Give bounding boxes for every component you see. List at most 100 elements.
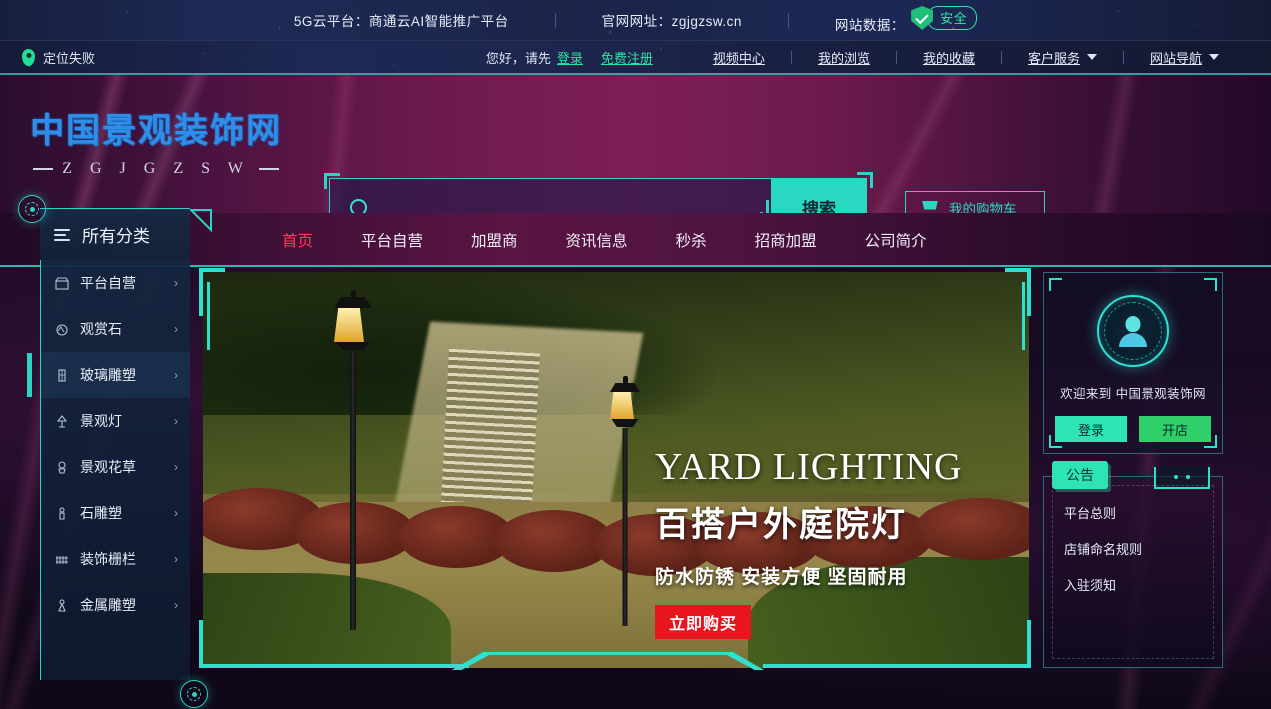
corner-bracket-icon [1049, 278, 1062, 291]
register-link[interactable]: 免费注册 [601, 48, 653, 67]
banner-accent-line-left [207, 282, 215, 350]
mainnav-item-investment[interactable]: 招商加盟 [731, 229, 841, 251]
header-top-accent-line [0, 73, 1271, 75]
plant-icon [58, 460, 66, 474]
sidebar-item-decorative-fence[interactable]: 装饰栅栏 › [41, 536, 190, 582]
chevron-right-icon: › [174, 414, 178, 428]
mainnav-item-franchisee[interactable]: 加盟商 [447, 229, 542, 251]
official-site-url: 官网网址：zgjgzsw.cn [601, 14, 742, 29]
lamp-pole [350, 352, 356, 630]
map-pin-icon [22, 48, 35, 66]
lamp-glass [334, 308, 364, 342]
chevron-right-icon: › [174, 368, 178, 382]
lamp-skirt [611, 419, 639, 427]
sidebar-item-metal-sculpture[interactable]: 金属雕塑 › [41, 582, 190, 628]
user-welcome-card: 欢迎来到 中国景观装饰网 登录 开店 [1043, 272, 1223, 454]
site-logo[interactable]: 中国景观装饰网 Z G J G Z S W [25, 103, 287, 178]
site-header: 中国景观装饰网 Z G J G Z S W 搜索 景观花草 景观灯 [0, 73, 1271, 213]
corner-bracket-icon [1049, 435, 1062, 448]
hero-banner[interactable]: YARD LIGHTING 百搭户外庭院灯 防水防锈 安装方便 坚固耐用 立即购… [203, 272, 1029, 668]
announcement-title: 公告 [1052, 461, 1108, 489]
top-announcement-bar: 5G云平台：商通云AI智能推广平台 官网网址：zgjgzsw.cn 网站数据： … [0, 0, 1271, 41]
search-input[interactable] [367, 199, 780, 213]
announcement-card: 公告 平台总则 店铺命名规则 入驻须知 [1043, 461, 1223, 668]
nav-label: 网站导航 [1149, 50, 1202, 66]
site-data-status: 网站数据： 安全 [789, 6, 1023, 34]
location-label: 定位失败 [43, 50, 96, 66]
sidebar-header-label: 所有分类 [82, 227, 150, 246]
corner-bracket-icon [1204, 435, 1217, 448]
nav-my-favorites[interactable]: 我的收藏 [897, 48, 1001, 67]
location-indicator[interactable]: 定位失败 [22, 48, 95, 67]
sidebar-list: 平台自营 › 观赏石 › 玻璃雕塑 › 景观灯 › 景观花草 › 石雕塑 › 装… [27, 260, 190, 680]
sidebar-item-label: 景观花草 [80, 459, 136, 475]
nav-my-browsing[interactable]: 我的浏览 [792, 48, 896, 67]
banner-accent-line-right [1017, 282, 1025, 350]
sidebar-item-label: 金属雕塑 [80, 597, 136, 613]
banner-title-en: YARD LIGHTING [655, 446, 963, 488]
sidebar-item-label: 玻璃雕塑 [80, 367, 136, 383]
sidebar-item-glass-sculpture[interactable]: 玻璃雕塑 › [27, 352, 190, 398]
lamp-head [610, 376, 640, 427]
mainnav-item-about[interactable]: 公司简介 [841, 229, 951, 251]
avatar [1097, 295, 1169, 367]
banner-title-cn: 百搭户外庭院灯 [655, 506, 907, 544]
active-marker [27, 353, 32, 397]
sidebar-item-label: 景观灯 [80, 413, 122, 429]
panel-login-button[interactable]: 登录 [1055, 416, 1127, 442]
equalizer-decoration [748, 200, 769, 213]
corner-bracket-icon [324, 173, 340, 189]
banner-copy: YARD LIGHTING 百搭户外庭院灯 防水防锈 安装方便 坚固耐用 立即购… [655, 445, 1015, 639]
login-link[interactable]: 登录 [557, 48, 583, 67]
mainnav-item-home[interactable]: 首页 [258, 229, 337, 251]
safety-badge: 安全 [911, 6, 978, 30]
chevron-right-icon: › [174, 322, 178, 336]
lamp-cap [334, 297, 372, 308]
site-data-label: 网站数据： [834, 18, 905, 33]
search-button[interactable]: 搜索 [771, 178, 867, 213]
sidebar-item-label: 石雕塑 [80, 505, 122, 521]
sidebar-item-ornamental-stone[interactable]: 观赏石 › [41, 306, 190, 352]
logo-pinyin-text: Z G J G Z S W [62, 160, 250, 177]
chevron-right-icon: › [174, 276, 178, 290]
mainnav-item-flash-sale[interactable]: 秒杀 [652, 229, 731, 251]
platform-name: 5G云平台：商通云AI智能推广平台 [293, 14, 509, 29]
sidebar-header[interactable]: 所有分类 [40, 208, 212, 260]
mainnav-item-news[interactable]: 资讯信息 [542, 229, 652, 251]
logo-rule-left [33, 168, 54, 170]
logo-rule-right [258, 168, 279, 170]
sidebar-item-landscape-plants[interactable]: 景观花草 › [41, 444, 190, 490]
safe-label: 安全 [927, 6, 978, 30]
banner-corner-bracket-bottom-left [199, 620, 225, 668]
logo-chinese-text: 中国景观装饰网 [30, 111, 282, 151]
sidebar-item-self-operated[interactable]: 平台自营 › [41, 260, 190, 306]
mainnav-item-self-operated[interactable]: 平台自营 [337, 229, 447, 251]
nav-site-navigation[interactable]: 网站导航 [1124, 48, 1245, 67]
nav-video-center[interactable]: 视频中心 [687, 48, 791, 67]
category-sidebar: 所有分类 平台自营 › 观赏石 › 玻璃雕塑 › 景观灯 › 景观花草 › 石雕… [27, 208, 212, 680]
search-field-wrapper[interactable] [324, 173, 781, 213]
announcement-item-2[interactable]: 入驻须知 [1064, 575, 1222, 594]
stone-sculpture-icon [59, 506, 65, 520]
announcement-item-0[interactable]: 平台总则 [1064, 503, 1222, 522]
logo-pinyin: Z G J G Z S W [25, 160, 287, 178]
my-cart-button[interactable]: 我的购物车 [905, 191, 1045, 213]
panel-open-shop-button[interactable]: 开店 [1139, 416, 1211, 442]
nav-customer-service[interactable]: 客户服务 [1002, 48, 1123, 67]
chevron-right-icon: › [174, 552, 178, 566]
lamp-icon [56, 414, 68, 428]
menu-hamburger-icon [54, 228, 70, 241]
sidebar-item-stone-sculpture[interactable]: 石雕塑 › [41, 490, 190, 536]
store-icon [55, 276, 69, 290]
lamp-head [334, 290, 372, 350]
chevron-down-icon [1086, 54, 1097, 60]
sidebar-item-landscape-lamp[interactable]: 景观灯 › [41, 398, 190, 444]
banner-buy-now-button[interactable]: 立即购买 [655, 605, 752, 639]
lamp-skirt [336, 342, 370, 350]
corner-bracket-icon [857, 172, 873, 188]
announcement-item-1[interactable]: 店铺命名规则 [1064, 539, 1222, 558]
utility-nav-bar: 定位失败 您好，请先 登录 免费注册 视频中心 我的浏览 我的收藏 客户服务 网… [0, 41, 1271, 73]
sidebar-item-label: 装饰栅栏 [80, 551, 136, 567]
chevron-right-icon: › [174, 598, 178, 612]
lamp-pole [622, 428, 628, 626]
